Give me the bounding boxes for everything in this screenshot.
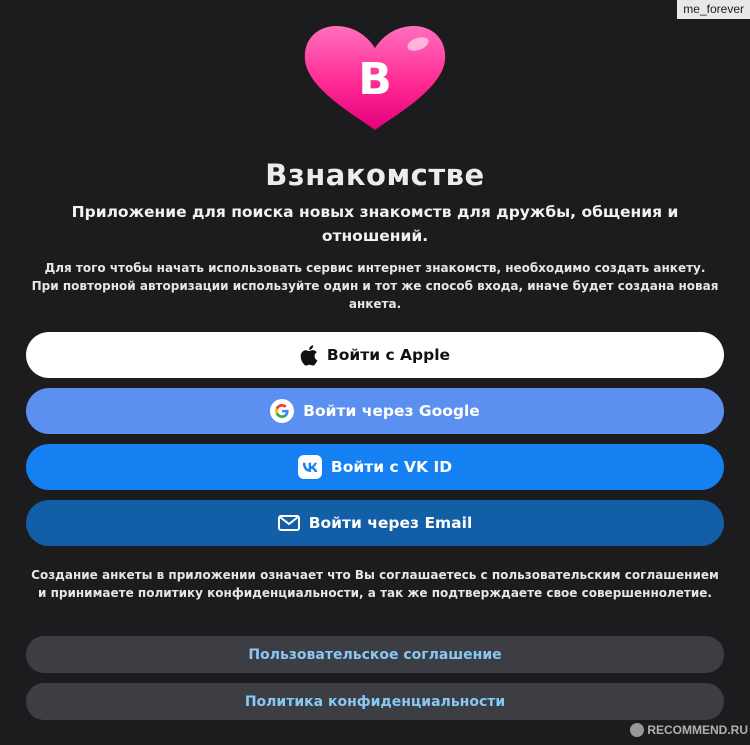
- page-subtitle: Приложение для поиска новых знакомств дл…: [71, 203, 679, 245]
- watermark-username: me_forever: [677, 0, 750, 19]
- google-login-label: Войти через Google: [303, 402, 480, 420]
- page-title: Взнакомстве: [265, 158, 485, 192]
- apple-login-label: Войти с Apple: [326, 346, 451, 364]
- watermark-site-label: RECOMMEND.RU: [647, 723, 748, 737]
- email-login-button[interactable]: Войти через Email: [26, 500, 724, 546]
- app-logo: B: [300, 22, 450, 134]
- email-login-label: Войти через Email: [308, 514, 473, 532]
- apple-icon: [300, 344, 318, 366]
- user-agreement-link[interactable]: Пользовательское соглашение: [26, 636, 724, 673]
- vk-login-button[interactable]: Войти с VK ID: [26, 444, 724, 490]
- logo-letter: B: [358, 54, 392, 105]
- vk-icon: [297, 455, 322, 479]
- mail-icon: [277, 515, 300, 531]
- consent-text: Создание анкеты в приложении означает чт…: [31, 568, 719, 600]
- watermark-logo-icon: [630, 723, 645, 737]
- vk-login-label: Войти с VK ID: [330, 458, 453, 476]
- google-login-button[interactable]: Войти через Google: [26, 388, 724, 434]
- apple-login-button[interactable]: Войти с Apple: [26, 332, 724, 378]
- info-text: Для того чтобы начать использовать серви…: [31, 261, 719, 311]
- privacy-policy-link[interactable]: Политика конфиденциальности: [26, 683, 724, 720]
- google-icon: [270, 399, 295, 423]
- site-watermark: RECOMMEND.RU: [630, 723, 748, 737]
- heart-logo-icon: B: [304, 26, 446, 130]
